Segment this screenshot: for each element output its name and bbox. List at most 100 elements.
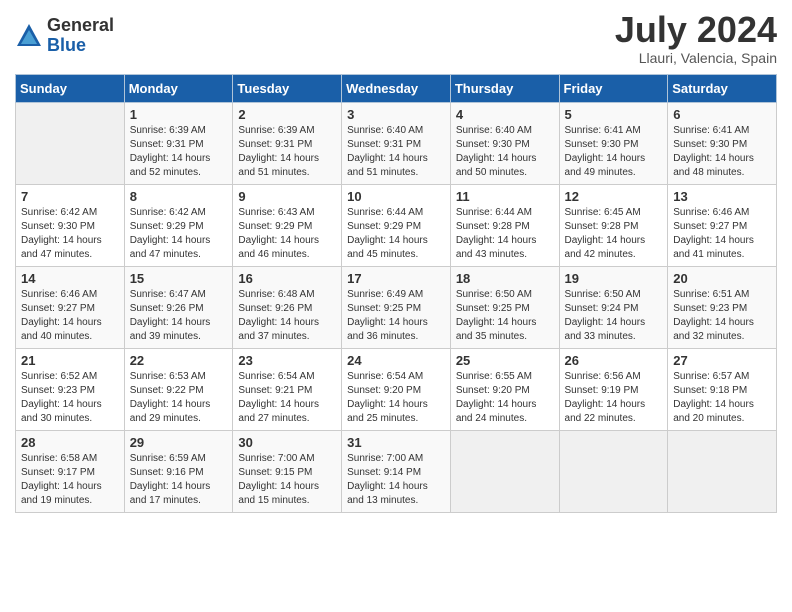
- day-info: Sunrise: 6:51 AM Sunset: 9:23 PM Dayligh…: [673, 288, 771, 344]
- day-info: Sunrise: 6:47 AM Sunset: 9:26 PM Dayligh…: [130, 288, 228, 344]
- calendar-cell: [668, 430, 777, 512]
- calendar-cell: 7 Sunrise: 6:42 AM Sunset: 9:30 PM Daylig…: [16, 184, 125, 266]
- weekday-header-tuesday: Tuesday: [233, 74, 342, 102]
- title-section: July 2024 Llauri, Valencia, Spain: [615, 10, 777, 66]
- day-info: Sunrise: 6:56 AM Sunset: 9:19 PM Dayligh…: [565, 370, 663, 426]
- day-info: Sunrise: 7:00 AM Sunset: 9:14 PM Dayligh…: [347, 452, 445, 508]
- weekday-header-thursday: Thursday: [450, 74, 559, 102]
- day-number: 3: [347, 107, 445, 122]
- day-number: 6: [673, 107, 771, 122]
- calendar-cell: 13 Sunrise: 6:46 AM Sunset: 9:27 PM Dayli…: [668, 184, 777, 266]
- calendar-cell: 1 Sunrise: 6:39 AM Sunset: 9:31 PM Daylig…: [124, 102, 233, 184]
- day-info: Sunrise: 6:41 AM Sunset: 9:30 PM Dayligh…: [565, 124, 663, 180]
- day-info: Sunrise: 6:40 AM Sunset: 9:31 PM Dayligh…: [347, 124, 445, 180]
- day-info: Sunrise: 6:39 AM Sunset: 9:31 PM Dayligh…: [130, 124, 228, 180]
- week-row-4: 21 Sunrise: 6:52 AM Sunset: 9:23 PM Dayli…: [16, 348, 777, 430]
- calendar-cell: 16Sunrise: 6:48 AM Sunset: 9:26 PM Dayli…: [233, 266, 342, 348]
- day-info: Sunrise: 6:42 AM Sunset: 9:30 PM Dayligh…: [21, 206, 119, 262]
- calendar-cell: 29Sunrise: 6:59 AM Sunset: 9:16 PM Dayli…: [124, 430, 233, 512]
- page-header: General Blue July 2024 Llauri, Valencia,…: [15, 10, 777, 66]
- day-number: 5: [565, 107, 663, 122]
- day-info: Sunrise: 6:40 AM Sunset: 9:30 PM Dayligh…: [456, 124, 554, 180]
- calendar-cell: 28Sunrise: 6:58 AM Sunset: 9:17 PM Dayli…: [16, 430, 125, 512]
- day-number: 7: [21, 189, 119, 204]
- day-info: Sunrise: 6:50 AM Sunset: 9:25 PM Dayligh…: [456, 288, 554, 344]
- calendar-cell: 26 Sunrise: 6:56 AM Sunset: 9:19 PM Dayli…: [559, 348, 668, 430]
- day-info: Sunrise: 6:46 AM Sunset: 9:27 PM Dayligh…: [673, 206, 771, 262]
- logo-blue: Blue: [47, 36, 114, 56]
- day-info: Sunrise: 6:44 AM Sunset: 9:28 PM Dayligh…: [456, 206, 554, 262]
- day-number: 9: [238, 189, 336, 204]
- weekday-header-saturday: Saturday: [668, 74, 777, 102]
- day-number: 12: [565, 189, 663, 204]
- week-row-1: 1 Sunrise: 6:39 AM Sunset: 9:31 PM Daylig…: [16, 102, 777, 184]
- day-number: 16: [238, 271, 336, 286]
- day-number: 21: [21, 353, 119, 368]
- day-number: 30: [238, 435, 336, 450]
- day-info: Sunrise: 6:49 AM Sunset: 9:25 PM Dayligh…: [347, 288, 445, 344]
- day-number: 31: [347, 435, 445, 450]
- calendar-cell: 17 Sunrise: 6:49 AM Sunset: 9:25 PM Dayli…: [342, 266, 451, 348]
- day-number: 17: [347, 271, 445, 286]
- calendar-cell: 2Sunrise: 6:39 AM Sunset: 9:31 PM Daylig…: [233, 102, 342, 184]
- calendar-cell: [450, 430, 559, 512]
- calendar-cell: 18 Sunrise: 6:50 AM Sunset: 9:25 PM Dayli…: [450, 266, 559, 348]
- day-number: 14: [21, 271, 119, 286]
- day-info: Sunrise: 6:42 AM Sunset: 9:29 PM Dayligh…: [130, 206, 228, 262]
- day-info: Sunrise: 6:57 AM Sunset: 9:18 PM Dayligh…: [673, 370, 771, 426]
- calendar-cell: 11 Sunrise: 6:44 AM Sunset: 9:28 PM Dayli…: [450, 184, 559, 266]
- day-number: 19: [565, 271, 663, 286]
- day-number: 4: [456, 107, 554, 122]
- calendar-cell: 20 Sunrise: 6:51 AM Sunset: 9:23 PM Dayli…: [668, 266, 777, 348]
- calendar-cell: [16, 102, 125, 184]
- day-number: 24: [347, 353, 445, 368]
- day-number: 25: [456, 353, 554, 368]
- calendar-cell: 6 Sunrise: 6:41 AM Sunset: 9:30 PM Daylig…: [668, 102, 777, 184]
- logo-text: General Blue: [47, 16, 114, 56]
- day-number: 26: [565, 353, 663, 368]
- day-number: 10: [347, 189, 445, 204]
- day-info: Sunrise: 6:41 AM Sunset: 9:30 PM Dayligh…: [673, 124, 771, 180]
- calendar-cell: 3 Sunrise: 6:40 AM Sunset: 9:31 PM Daylig…: [342, 102, 451, 184]
- week-row-3: 14 Sunrise: 6:46 AM Sunset: 9:27 PM Dayli…: [16, 266, 777, 348]
- day-number: 11: [456, 189, 554, 204]
- day-info: Sunrise: 6:54 AM Sunset: 9:21 PM Dayligh…: [238, 370, 336, 426]
- weekday-header-sunday: Sunday: [16, 74, 125, 102]
- calendar-cell: 24 Sunrise: 6:54 AM Sunset: 9:20 PM Dayli…: [342, 348, 451, 430]
- logo-icon: [15, 22, 43, 50]
- day-info: Sunrise: 6:54 AM Sunset: 9:20 PM Dayligh…: [347, 370, 445, 426]
- calendar-cell: 9 Sunrise: 6:43 AM Sunset: 9:29 PM Daylig…: [233, 184, 342, 266]
- calendar-cell: 22 Sunrise: 6:53 AM Sunset: 9:22 PM Dayli…: [124, 348, 233, 430]
- day-number: 29: [130, 435, 228, 450]
- calendar-cell: 12 Sunrise: 6:45 AM Sunset: 9:28 PM Dayli…: [559, 184, 668, 266]
- day-number: 20: [673, 271, 771, 286]
- day-number: 15: [130, 271, 228, 286]
- calendar-cell: 27Sunrise: 6:57 AM Sunset: 9:18 PM Dayli…: [668, 348, 777, 430]
- logo-general: General: [47, 16, 114, 36]
- calendar-table: SundayMondayTuesdayWednesdayThursdayFrid…: [15, 74, 777, 513]
- calendar-cell: 15 Sunrise: 6:47 AM Sunset: 9:26 PM Dayli…: [124, 266, 233, 348]
- day-info: Sunrise: 6:43 AM Sunset: 9:29 PM Dayligh…: [238, 206, 336, 262]
- week-row-2: 7 Sunrise: 6:42 AM Sunset: 9:30 PM Daylig…: [16, 184, 777, 266]
- day-number: 22: [130, 353, 228, 368]
- day-info: Sunrise: 6:45 AM Sunset: 9:28 PM Dayligh…: [565, 206, 663, 262]
- location: Llauri, Valencia, Spain: [615, 50, 777, 66]
- day-info: Sunrise: 6:53 AM Sunset: 9:22 PM Dayligh…: [130, 370, 228, 426]
- weekday-header-friday: Friday: [559, 74, 668, 102]
- day-number: 18: [456, 271, 554, 286]
- day-info: Sunrise: 6:39 AM Sunset: 9:31 PM Dayligh…: [238, 124, 336, 180]
- day-info: Sunrise: 6:52 AM Sunset: 9:23 PM Dayligh…: [21, 370, 119, 426]
- calendar-cell: 5 Sunrise: 6:41 AM Sunset: 9:30 PM Daylig…: [559, 102, 668, 184]
- month-title: July 2024: [615, 10, 777, 50]
- calendar-cell: 30Sunrise: 7:00 AM Sunset: 9:15 PM Dayli…: [233, 430, 342, 512]
- calendar-cell: 4 Sunrise: 6:40 AM Sunset: 9:30 PM Daylig…: [450, 102, 559, 184]
- day-info: Sunrise: 6:58 AM Sunset: 9:17 PM Dayligh…: [21, 452, 119, 508]
- week-row-5: 28Sunrise: 6:58 AM Sunset: 9:17 PM Dayli…: [16, 430, 777, 512]
- day-number: 1: [130, 107, 228, 122]
- calendar-cell: 8Sunrise: 6:42 AM Sunset: 9:29 PM Daylig…: [124, 184, 233, 266]
- weekday-header-row: SundayMondayTuesdayWednesdayThursdayFrid…: [16, 74, 777, 102]
- day-info: Sunrise: 6:55 AM Sunset: 9:20 PM Dayligh…: [456, 370, 554, 426]
- day-number: 13: [673, 189, 771, 204]
- weekday-header-wednesday: Wednesday: [342, 74, 451, 102]
- day-info: Sunrise: 6:46 AM Sunset: 9:27 PM Dayligh…: [21, 288, 119, 344]
